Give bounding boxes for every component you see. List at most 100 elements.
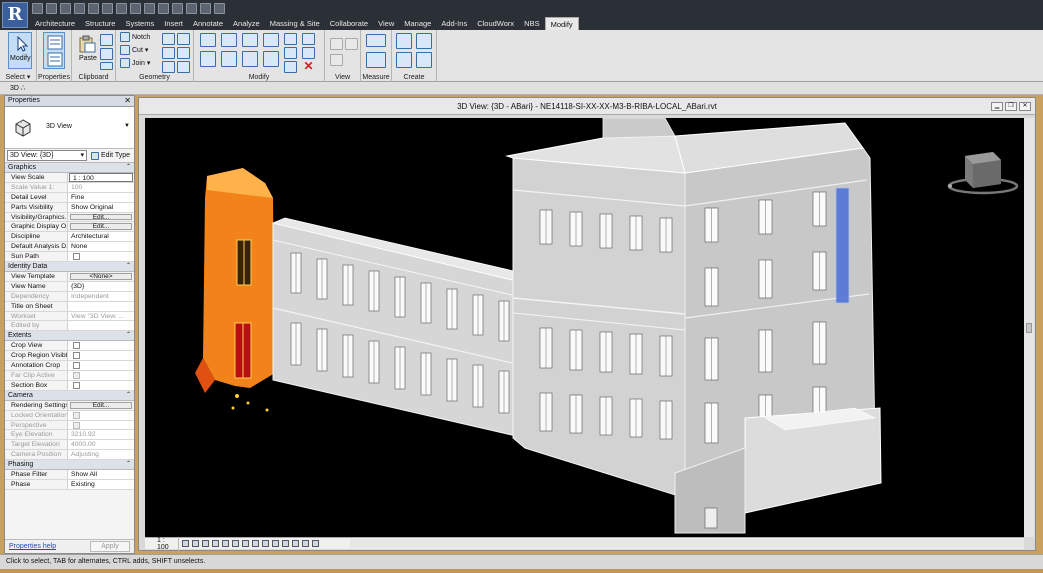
copy-clipboard-icon[interactable]	[100, 48, 113, 60]
crop-view-icon[interactable]	[232, 540, 239, 547]
offset-icon[interactable]	[221, 33, 237, 47]
phase-filter-field[interactable]: Show All	[68, 470, 134, 480]
linework-icon[interactable]	[345, 38, 358, 50]
text-icon[interactable]	[144, 3, 155, 14]
split-element-icon[interactable]	[284, 33, 297, 45]
copy-icon[interactable]	[221, 51, 237, 67]
vertical-scrollbar[interactable]	[1024, 118, 1034, 537]
redo-icon[interactable]	[88, 3, 99, 14]
notch-button[interactable]: Notch	[120, 32, 150, 42]
lock-view-icon[interactable]	[252, 540, 259, 547]
tab-nbs[interactable]: NBS	[519, 17, 544, 30]
array-icon[interactable]	[302, 33, 315, 45]
close-icon[interactable]: ✕	[1019, 102, 1031, 111]
tab-collaborate[interactable]: Collaborate	[325, 17, 373, 30]
save-icon[interactable]	[46, 3, 57, 14]
close-hidden-windows-icon[interactable]	[200, 3, 211, 14]
mirror-axis-icon[interactable]	[242, 33, 258, 47]
aligned-dimension-icon[interactable]	[366, 52, 386, 68]
print-icon[interactable]	[102, 3, 113, 14]
horizontal-scrollbar[interactable]	[350, 539, 1024, 548]
hide-in-view-icon[interactable]	[330, 38, 343, 50]
rotate-icon[interactable]	[242, 51, 258, 67]
tab-structure[interactable]: Structure	[80, 17, 120, 30]
measure-between-icon[interactable]	[366, 34, 386, 47]
highlight-displacement-icon[interactable]	[302, 540, 309, 547]
shadows-icon[interactable]	[212, 540, 219, 547]
cut-clipboard-icon[interactable]	[100, 34, 113, 46]
parts-visibility-field[interactable]: Show Original	[68, 202, 134, 212]
remove-paint-icon[interactable]	[162, 61, 175, 73]
annotation-crop-checkbox[interactable]	[73, 362, 80, 370]
trim-extend-icon[interactable]	[263, 51, 279, 67]
tab-view[interactable]: View	[373, 17, 399, 30]
create-assembly-icon[interactable]	[396, 33, 412, 49]
tab-systems[interactable]: Systems	[120, 17, 159, 30]
move-icon[interactable]	[200, 51, 216, 67]
crop-view-checkbox[interactable]	[73, 342, 80, 350]
type-selector[interactable]: 3D View ▼	[5, 107, 134, 149]
open-icon[interactable]	[32, 3, 43, 14]
sync-icon[interactable]	[60, 3, 71, 14]
paste-button[interactable]: Paste	[74, 32, 98, 69]
split-face-icon[interactable]	[162, 33, 175, 45]
paint-icon[interactable]	[177, 33, 190, 45]
reveal-hidden-icon[interactable]	[272, 540, 279, 547]
graphic-display-edit-button[interactable]: Edit...	[70, 223, 132, 231]
tab-annotate[interactable]: Annotate	[188, 17, 228, 30]
tab-modify[interactable]: Modify	[544, 17, 579, 30]
visibility-graphics-edit-button[interactable]: Edit...	[70, 213, 132, 221]
create-group-icon[interactable]	[396, 52, 412, 68]
phase-field[interactable]: Existing	[68, 480, 134, 489]
default-analysis-field[interactable]: None	[68, 242, 134, 252]
type-properties-button[interactable]	[43, 32, 65, 69]
scale-icon[interactable]	[284, 47, 297, 59]
tab-analyze[interactable]: Analyze	[228, 17, 265, 30]
visual-style-icon[interactable]	[192, 540, 199, 547]
analytical-model-icon[interactable]	[292, 540, 299, 547]
apply-button[interactable]: Apply	[90, 541, 130, 552]
tab-add-ins[interactable]: Add-Ins	[436, 17, 472, 30]
section-graphics[interactable]: Graphics ⌃	[5, 163, 134, 173]
show-crop-region-icon[interactable]	[242, 540, 249, 547]
minimize-icon[interactable]: ▁	[991, 102, 1003, 111]
viewcube[interactable]	[947, 152, 1019, 195]
view-name-field[interactable]: {3D}	[68, 281, 134, 291]
scrollbar-thumb[interactable]	[1026, 323, 1032, 333]
tab-architecture[interactable]: Architecture	[30, 17, 80, 30]
modify-button[interactable]: Modify	[8, 32, 32, 69]
tab-insert[interactable]: Insert	[159, 17, 188, 30]
mirror-draw-icon[interactable]	[263, 33, 279, 47]
thin-lines-icon[interactable]	[186, 3, 197, 14]
view-template-button[interactable]: <None>	[70, 273, 132, 280]
sun-path-checkbox[interactable]	[73, 253, 80, 261]
section-phasing[interactable]: Phasing ⌃	[5, 460, 134, 471]
temporary-hide-icon[interactable]	[262, 540, 269, 547]
section-icon[interactable]	[172, 3, 183, 14]
section-identity-data[interactable]: Identity Data ⌃	[5, 262, 134, 273]
edit-type-button[interactable]: Edit Type	[91, 151, 130, 160]
match-type-icon[interactable]	[100, 62, 113, 70]
cut-geometry-button[interactable]: Cut ▾	[120, 45, 148, 55]
delete-icon[interactable]: ✕	[302, 60, 315, 73]
rendering-icon[interactable]	[222, 540, 229, 547]
detail-level-field[interactable]: Fine	[68, 192, 134, 202]
title-on-sheet-field[interactable]	[68, 301, 134, 311]
application-menu-button[interactable]: R	[2, 2, 28, 28]
create-parts-icon[interactable]	[416, 33, 432, 49]
close-icon[interactable]: ✕	[124, 96, 131, 105]
view-scale-field[interactable]: 1 : 100	[69, 173, 133, 182]
wall-joins-icon[interactable]	[162, 47, 175, 59]
tab-manage[interactable]: Manage	[399, 17, 436, 30]
align-icon[interactable]	[200, 33, 216, 47]
chevron-down-icon[interactable]: ▼	[124, 123, 130, 129]
override-graphics-icon[interactable]	[330, 54, 343, 66]
instance-filter-select[interactable]: 3D View: {3D} ▾	[7, 150, 87, 161]
measure-icon[interactable]	[116, 3, 127, 14]
create-similar-icon[interactable]	[416, 52, 432, 68]
dimension-icon[interactable]	[130, 3, 141, 14]
reveal-constraints-icon[interactable]	[312, 540, 319, 547]
beam-join-icon[interactable]	[177, 61, 190, 73]
crop-region-visible-checkbox[interactable]	[73, 352, 80, 360]
section-extents[interactable]: Extents ⌃	[5, 331, 134, 342]
